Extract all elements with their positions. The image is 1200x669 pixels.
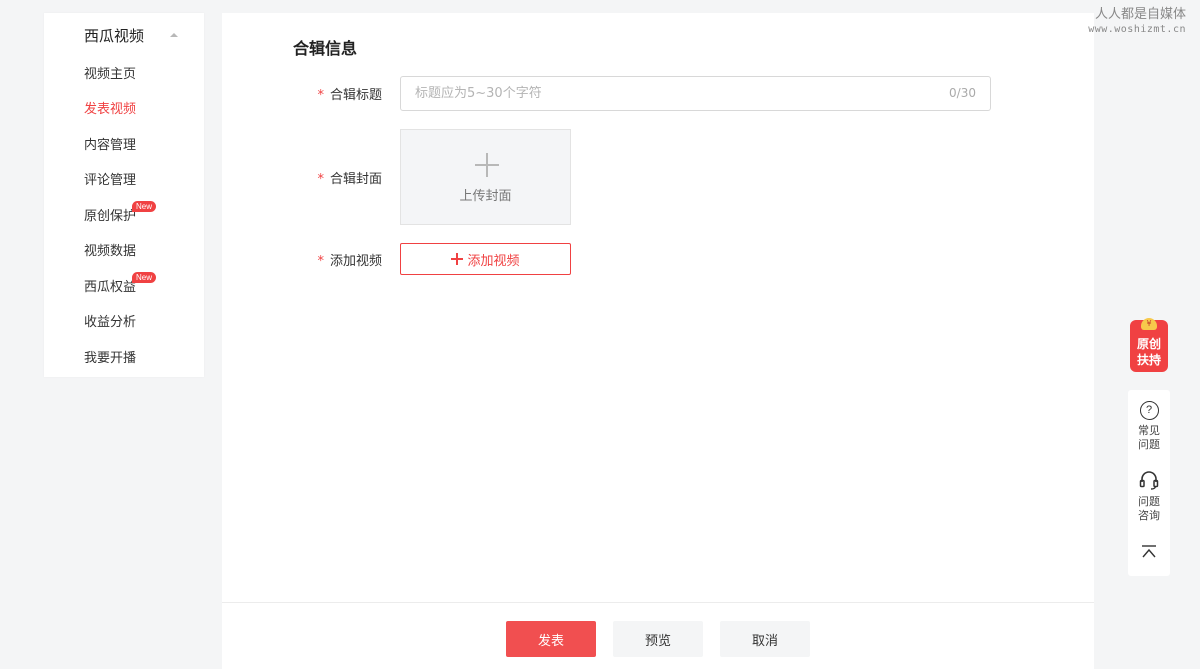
main-panel: 合辑信息 * 合辑标题 0/30 * 合辑封面 上传封面 * 添加视频 添加视频	[222, 13, 1094, 602]
headset-icon	[1139, 471, 1159, 490]
required-mark: *	[317, 254, 324, 269]
watermark: 人人都是自媒体 www.woshizmt.cn	[1088, 6, 1186, 36]
upload-cover-label: 上传封面	[459, 189, 512, 204]
promo-line-1: 原创	[1136, 337, 1161, 351]
footer-action-bar: 发表 预览 取消	[222, 602, 1094, 669]
plus-icon	[475, 153, 499, 177]
video-label-text: 添加视频	[329, 254, 382, 269]
watermark-name: 人人都是自媒体	[1094, 7, 1186, 22]
cover-label-text: 合辑封面	[329, 172, 382, 187]
sidebar-item-content-management[interactable]: 内容管理	[84, 136, 136, 156]
original-support-promo[interactable]: ¥ 原创 扶持	[1130, 318, 1168, 372]
sidebar-item-comment-management[interactable]: 评论管理	[84, 171, 136, 191]
section-title: 合辑信息	[293, 39, 358, 58]
title-input[interactable]	[415, 77, 935, 110]
publish-button[interactable]: 发表	[506, 621, 596, 657]
add-video-label: 添加视频	[467, 253, 520, 269]
add-video-button[interactable]: 添加视频	[400, 243, 571, 275]
sidebar-item-revenue-analysis[interactable]: 收益分析	[84, 313, 136, 333]
sidebar-item-video-data[interactable]: 视频数据	[84, 242, 136, 262]
watermark-url: www.woshizmt.cn	[1088, 24, 1186, 35]
consult-line-2: 咨询	[1138, 509, 1160, 522]
required-mark: *	[317, 172, 324, 187]
sidebar-item-video-home[interactable]: 视频主页	[84, 65, 136, 85]
char-counter: 0/30	[949, 86, 976, 100]
faq-button[interactable]: ? 常见 问题	[1128, 398, 1170, 452]
upload-cover-button[interactable]: 上传封面	[400, 129, 571, 225]
chevron-up-icon[interactable]	[170, 33, 178, 37]
required-mark: *	[317, 88, 324, 103]
faq-line-1: 常见	[1138, 424, 1160, 437]
cancel-button[interactable]: 取消	[720, 621, 810, 657]
title-label-text: 合辑标题	[329, 88, 382, 103]
sidebar-item-start-live[interactable]: 我要开播	[84, 349, 136, 369]
sidebar-item-publish-video[interactable]: 发表视频	[84, 100, 136, 120]
promo-label: 原创 扶持	[1130, 336, 1168, 368]
title-field[interactable]: 0/30	[400, 76, 991, 111]
sidebar-item-original-protection[interactable]: 原创保护 New	[84, 201, 157, 227]
help-toolbar: ? 常见 问题 问题 咨询	[1128, 390, 1170, 576]
new-badge: New	[132, 272, 157, 283]
plus-icon	[451, 253, 464, 265]
sidebar-title: 西瓜视频	[84, 26, 145, 45]
consult-line-1: 问题	[1138, 495, 1160, 508]
coin-icon: ¥	[1141, 318, 1157, 330]
preview-button[interactable]: 预览	[613, 621, 703, 657]
consult-button[interactable]: 问题 咨询	[1128, 469, 1170, 523]
faq-line-2: 问题	[1138, 438, 1160, 451]
promo-line-2: 扶持	[1136, 353, 1161, 367]
sidebar-header[interactable]: 西瓜视频	[84, 24, 194, 46]
back-to-top-icon	[1142, 545, 1156, 558]
title-field-label: * 合辑标题	[262, 84, 382, 103]
sidebar: 西瓜视频 视频主页 发表视频 内容管理 评论管理 原创保护 New 视频数据 西…	[44, 13, 204, 377]
back-to-top-button[interactable]	[1128, 544, 1170, 560]
video-field-label: * 添加视频	[262, 250, 382, 269]
new-badge: New	[132, 201, 157, 212]
sidebar-item-label: 原创保护	[84, 209, 137, 224]
question-icon: ?	[1139, 401, 1159, 420]
sidebar-item-label: 西瓜权益	[84, 280, 137, 295]
cover-field-label: * 合辑封面	[262, 168, 382, 187]
sidebar-item-xigua-rights[interactable]: 西瓜权益 New	[84, 272, 157, 298]
